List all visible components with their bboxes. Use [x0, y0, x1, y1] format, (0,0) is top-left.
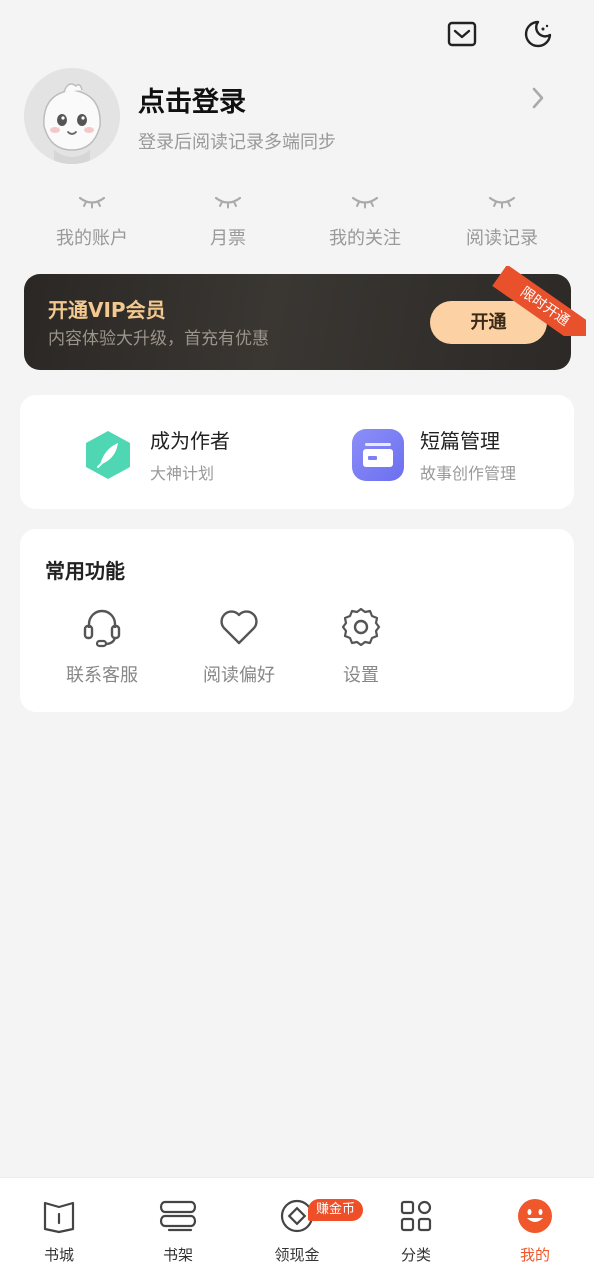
quill-icon — [82, 429, 134, 481]
closed-eye-icon — [432, 190, 572, 214]
login-subtitle: 登录后阅读记录多端同步 — [138, 132, 336, 153]
short-story-manage-entry[interactable]: 短篇管理 故事创作管理 — [352, 425, 516, 484]
function-label: 阅读偏好 — [203, 665, 275, 686]
bottom-nav: 书城 书架 领现金 赚金币 分类 我的 — [0, 1177, 594, 1280]
ribbon-label: 限时开通 — [492, 266, 586, 336]
grid-icon — [357, 1198, 475, 1234]
stat-following[interactable]: 我的关注 — [295, 190, 435, 250]
nav-label: 书架 — [162, 1246, 193, 1264]
headset-icon — [52, 605, 152, 649]
feature-title: 成为作者 — [150, 429, 230, 453]
vip-ribbon: 限时开通 — [486, 266, 586, 336]
nav-label: 分类 — [400, 1246, 431, 1264]
nav-mine[interactable]: 我的 — [476, 1198, 594, 1265]
folder-icon — [352, 428, 404, 481]
mail-icon[interactable] — [446, 18, 478, 50]
vip-title: 开通VIP会员 — [48, 298, 166, 322]
section-title: 常用功能 — [45, 559, 125, 583]
nav-category[interactable]: 分类 — [357, 1198, 475, 1265]
nav-bookstore[interactable]: 书城 — [0, 1198, 118, 1265]
nav-label: 书城 — [43, 1246, 74, 1264]
become-author-entry[interactable]: 成为作者 大神计划 — [82, 425, 230, 484]
contact-support-item[interactable]: 联系客服 — [52, 605, 152, 687]
function-label: 设置 — [343, 665, 379, 686]
reading-preference-item[interactable]: 阅读偏好 — [189, 605, 289, 687]
gear-icon — [311, 605, 411, 649]
avatar[interactable] — [24, 68, 120, 164]
login-title[interactable]: 点击登录 — [138, 80, 246, 119]
nav-label: 我的 — [519, 1246, 550, 1264]
earn-coins-badge: 赚金币 — [308, 1199, 364, 1221]
feature-subtitle: 故事创作管理 — [420, 464, 517, 483]
nav-label: 领现金 — [274, 1246, 320, 1264]
creator-card: 成为作者 大神计划 短篇管理 故事创作管理 — [20, 395, 574, 509]
stat-label: 我的关注 — [329, 228, 401, 249]
feature-subtitle: 大神计划 — [150, 464, 215, 483]
book-icon — [0, 1198, 118, 1234]
function-label: 联系客服 — [66, 665, 138, 686]
smile-icon — [476, 1198, 594, 1234]
common-functions-card: 常用功能 联系客服 阅读偏好 设置 — [20, 529, 574, 712]
stat-reading-history[interactable]: 阅读记录 — [432, 190, 572, 250]
heart-icon — [189, 605, 289, 649]
stat-label: 月票 — [210, 228, 246, 249]
closed-eye-icon — [22, 190, 162, 214]
stat-my-account[interactable]: 我的账户 — [22, 190, 162, 250]
nav-bookshelf[interactable]: 书架 — [119, 1198, 237, 1265]
feature-title: 短篇管理 — [420, 429, 500, 453]
stat-monthly-ticket[interactable]: 月票 — [158, 190, 298, 250]
settings-item[interactable]: 设置 — [311, 605, 411, 687]
moon-icon[interactable] — [522, 18, 554, 50]
vip-subtitle: 内容体验大升级，首充有优惠 — [48, 329, 269, 349]
chevron-right-icon[interactable] — [526, 84, 550, 112]
stat-label: 阅读记录 — [466, 228, 538, 249]
closed-eye-icon — [295, 190, 435, 214]
closed-eye-icon — [158, 190, 298, 214]
bookshelf-icon — [119, 1198, 237, 1234]
stat-label: 我的账户 — [56, 228, 128, 249]
